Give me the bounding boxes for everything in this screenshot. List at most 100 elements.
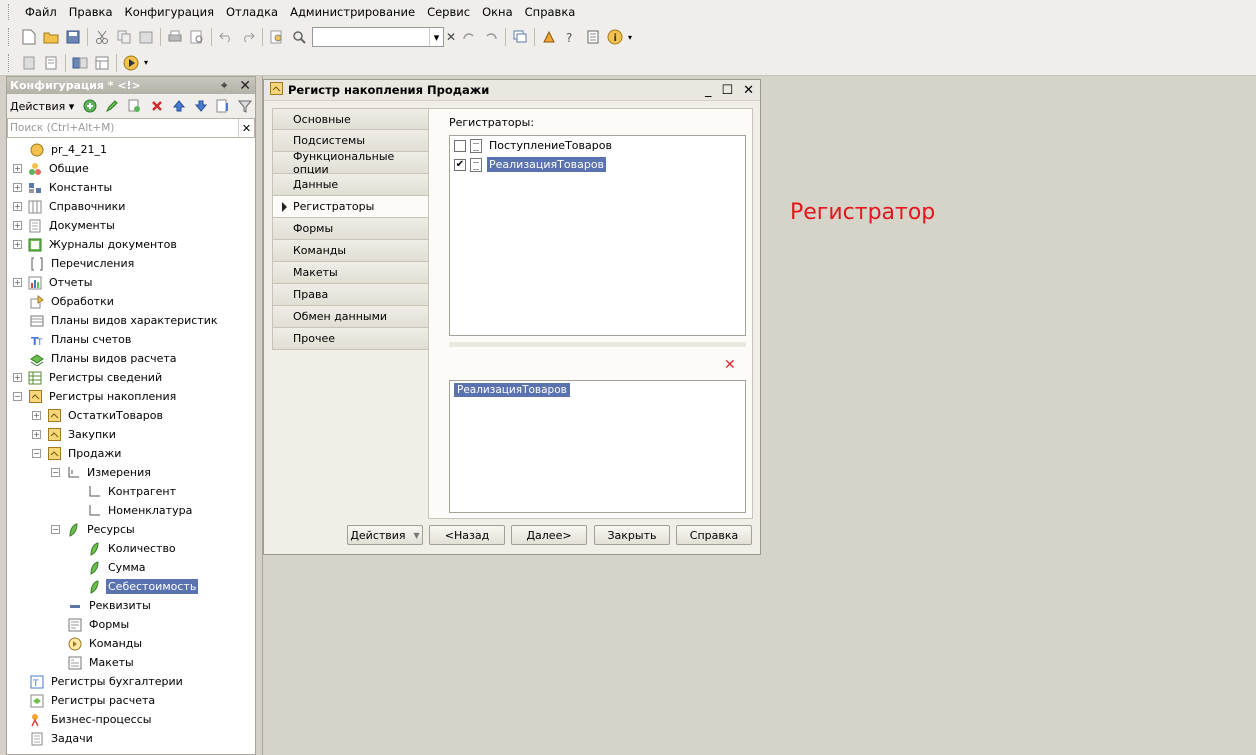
tree-item[interactable]: Перечисления — [13, 254, 136, 273]
toolbar-overflow-icon[interactable]: ▾ — [144, 58, 148, 67]
menu-item[interactable]: Файл — [19, 0, 63, 24]
redo-icon[interactable] — [237, 26, 259, 48]
tree-item[interactable]: Бизнес-процессы — [13, 710, 153, 729]
next-button[interactable]: Далее> — [511, 525, 587, 545]
registrator-item[interactable]: ПоступлениеТоваров — [450, 136, 745, 155]
expand-icon[interactable]: + — [13, 373, 22, 382]
tree-item[interactable]: − Измерения — [51, 463, 153, 482]
help-topics-icon[interactable]: ? — [560, 26, 582, 48]
tree-item[interactable]: pr_4_21_1 — [13, 140, 109, 159]
tree-item[interactable]: T Регистры бухгалтерии — [13, 672, 185, 691]
menu-grip[interactable] — [8, 4, 11, 20]
clear-search-button[interactable]: ✕ — [238, 119, 254, 137]
tree-item[interactable]: Формы — [51, 615, 131, 634]
sort-icon[interactable] — [213, 95, 233, 117]
tree-item[interactable]: Задачи — [13, 729, 95, 748]
close-icon[interactable]: ✕ — [239, 78, 251, 94]
expand-icon[interactable]: + — [13, 221, 22, 230]
close-button[interactable]: Закрыть — [594, 525, 670, 545]
paste-icon[interactable] — [135, 26, 157, 48]
tree-item[interactable]: Макеты — [51, 653, 136, 672]
tree-item[interactable]: − Регистры накопления — [13, 387, 178, 406]
database-icon[interactable] — [69, 52, 91, 74]
undo-icon[interactable] — [215, 26, 237, 48]
expand-icon[interactable]: + — [13, 183, 22, 192]
maximize-icon[interactable]: ☐ — [721, 83, 733, 98]
open-folder-icon[interactable] — [40, 26, 62, 48]
tree-item[interactable]: Сумма — [70, 558, 148, 577]
search-icon[interactable] — [288, 26, 310, 48]
tree-item[interactable]: Команды — [51, 634, 144, 653]
move-down-icon[interactable] — [191, 95, 211, 117]
collapse-icon[interactable]: − — [51, 468, 60, 477]
window-titlebar[interactable]: Регистр накопления Продажи _ ☐ ✕ — [264, 80, 760, 101]
tree-item[interactable]: Обработки — [13, 292, 116, 311]
tree-item[interactable]: − Ресурсы — [51, 520, 137, 539]
clear-search-icon[interactable]: ✕ — [446, 30, 458, 44]
registrator-checkbox[interactable]: ✔ — [454, 158, 466, 171]
tab[interactable]: Макеты — [272, 262, 429, 284]
tab[interactable]: Данные — [272, 174, 429, 196]
tree-item[interactable]: Количество — [70, 539, 178, 558]
syntax-helper-icon[interactable] — [582, 26, 604, 48]
cut-icon[interactable] — [91, 26, 113, 48]
tree-item[interactable]: + Журналы документов — [13, 235, 179, 254]
tree-item[interactable]: Планы видов расчета — [13, 349, 179, 368]
tree-item[interactable]: Регистры расчета — [13, 691, 157, 710]
find-in-document-icon[interactable] — [266, 26, 288, 48]
menu-item[interactable]: Отладка — [220, 0, 284, 24]
menu-item[interactable]: Конфигурация — [119, 0, 220, 24]
toolbar-overflow-icon[interactable]: ▾ — [628, 33, 632, 42]
toolbar-grip[interactable] — [8, 53, 12, 72]
tree-item[interactable]: + Закупки — [32, 425, 118, 444]
tab[interactable]: Прочее — [272, 328, 429, 350]
menu-item[interactable]: Администрирование — [284, 0, 421, 24]
tree-item[interactable]: T T Планы счетов — [13, 330, 133, 349]
expand-icon[interactable]: + — [13, 278, 22, 287]
tree-item[interactable]: Реквизиты — [51, 596, 153, 615]
windows-icon[interactable] — [509, 26, 531, 48]
tab[interactable]: Права — [272, 284, 429, 306]
registrator-checkbox[interactable] — [454, 139, 466, 152]
expand-icon[interactable]: + — [32, 430, 41, 439]
close-icon[interactable]: ✕ — [743, 83, 754, 98]
tree-item[interactable]: Себестоимость — [70, 577, 199, 596]
print-preview-icon[interactable] — [186, 26, 208, 48]
tab[interactable]: Регистраторы — [272, 196, 429, 218]
tree-item[interactable]: + Регистры сведений — [13, 368, 164, 387]
registrator-item[interactable]: ✔ РеализацияТоваров — [450, 155, 745, 174]
tree-item[interactable]: + Константы — [13, 178, 114, 197]
save-icon[interactable] — [62, 26, 84, 48]
find-next-icon[interactable] — [480, 26, 502, 48]
delete-icon[interactable]: ✕ — [724, 357, 736, 373]
expand-icon[interactable]: + — [13, 202, 22, 211]
help-button[interactable]: Справка — [676, 525, 752, 545]
tab[interactable]: Формы — [272, 218, 429, 240]
tree-item[interactable]: + Общие — [13, 159, 91, 178]
collapse-icon[interactable]: − — [51, 525, 60, 534]
tab[interactable]: Функциональные опции — [272, 150, 429, 176]
move-up-icon[interactable] — [169, 95, 189, 117]
module-icon[interactable] — [18, 52, 40, 74]
edit-icon[interactable] — [102, 95, 122, 117]
back-button[interactable]: <Назад — [429, 525, 505, 545]
actions-button[interactable]: Действия ▼ — [347, 525, 423, 545]
chevron-down-icon[interactable]: ▾ — [429, 28, 443, 46]
menu-item[interactable]: Правка — [63, 0, 119, 24]
selected-registrator[interactable]: РеализацияТоваров — [454, 383, 570, 397]
filter-icon[interactable] — [235, 95, 255, 117]
menu-item[interactable]: Сервис — [421, 0, 476, 24]
splitter[interactable] — [449, 342, 746, 347]
copy-icon[interactable] — [113, 26, 135, 48]
tree-item[interactable]: + Документы — [13, 216, 117, 235]
search-field[interactable]: Поиск (Ctrl+Alt+M) ✕ — [7, 118, 255, 138]
debug-icon[interactable] — [538, 26, 560, 48]
pin-icon[interactable]: ⌖ — [221, 79, 227, 93]
tree-item[interactable]: Контрагент — [70, 482, 178, 501]
tree-item[interactable]: + Справочники — [13, 197, 127, 216]
tree-item[interactable]: + Отчеты — [13, 273, 94, 292]
expand-icon[interactable]: + — [13, 164, 22, 173]
print-icon[interactable] — [164, 26, 186, 48]
config-window-icon[interactable] — [91, 52, 113, 74]
expand-icon[interactable]: + — [32, 411, 41, 420]
